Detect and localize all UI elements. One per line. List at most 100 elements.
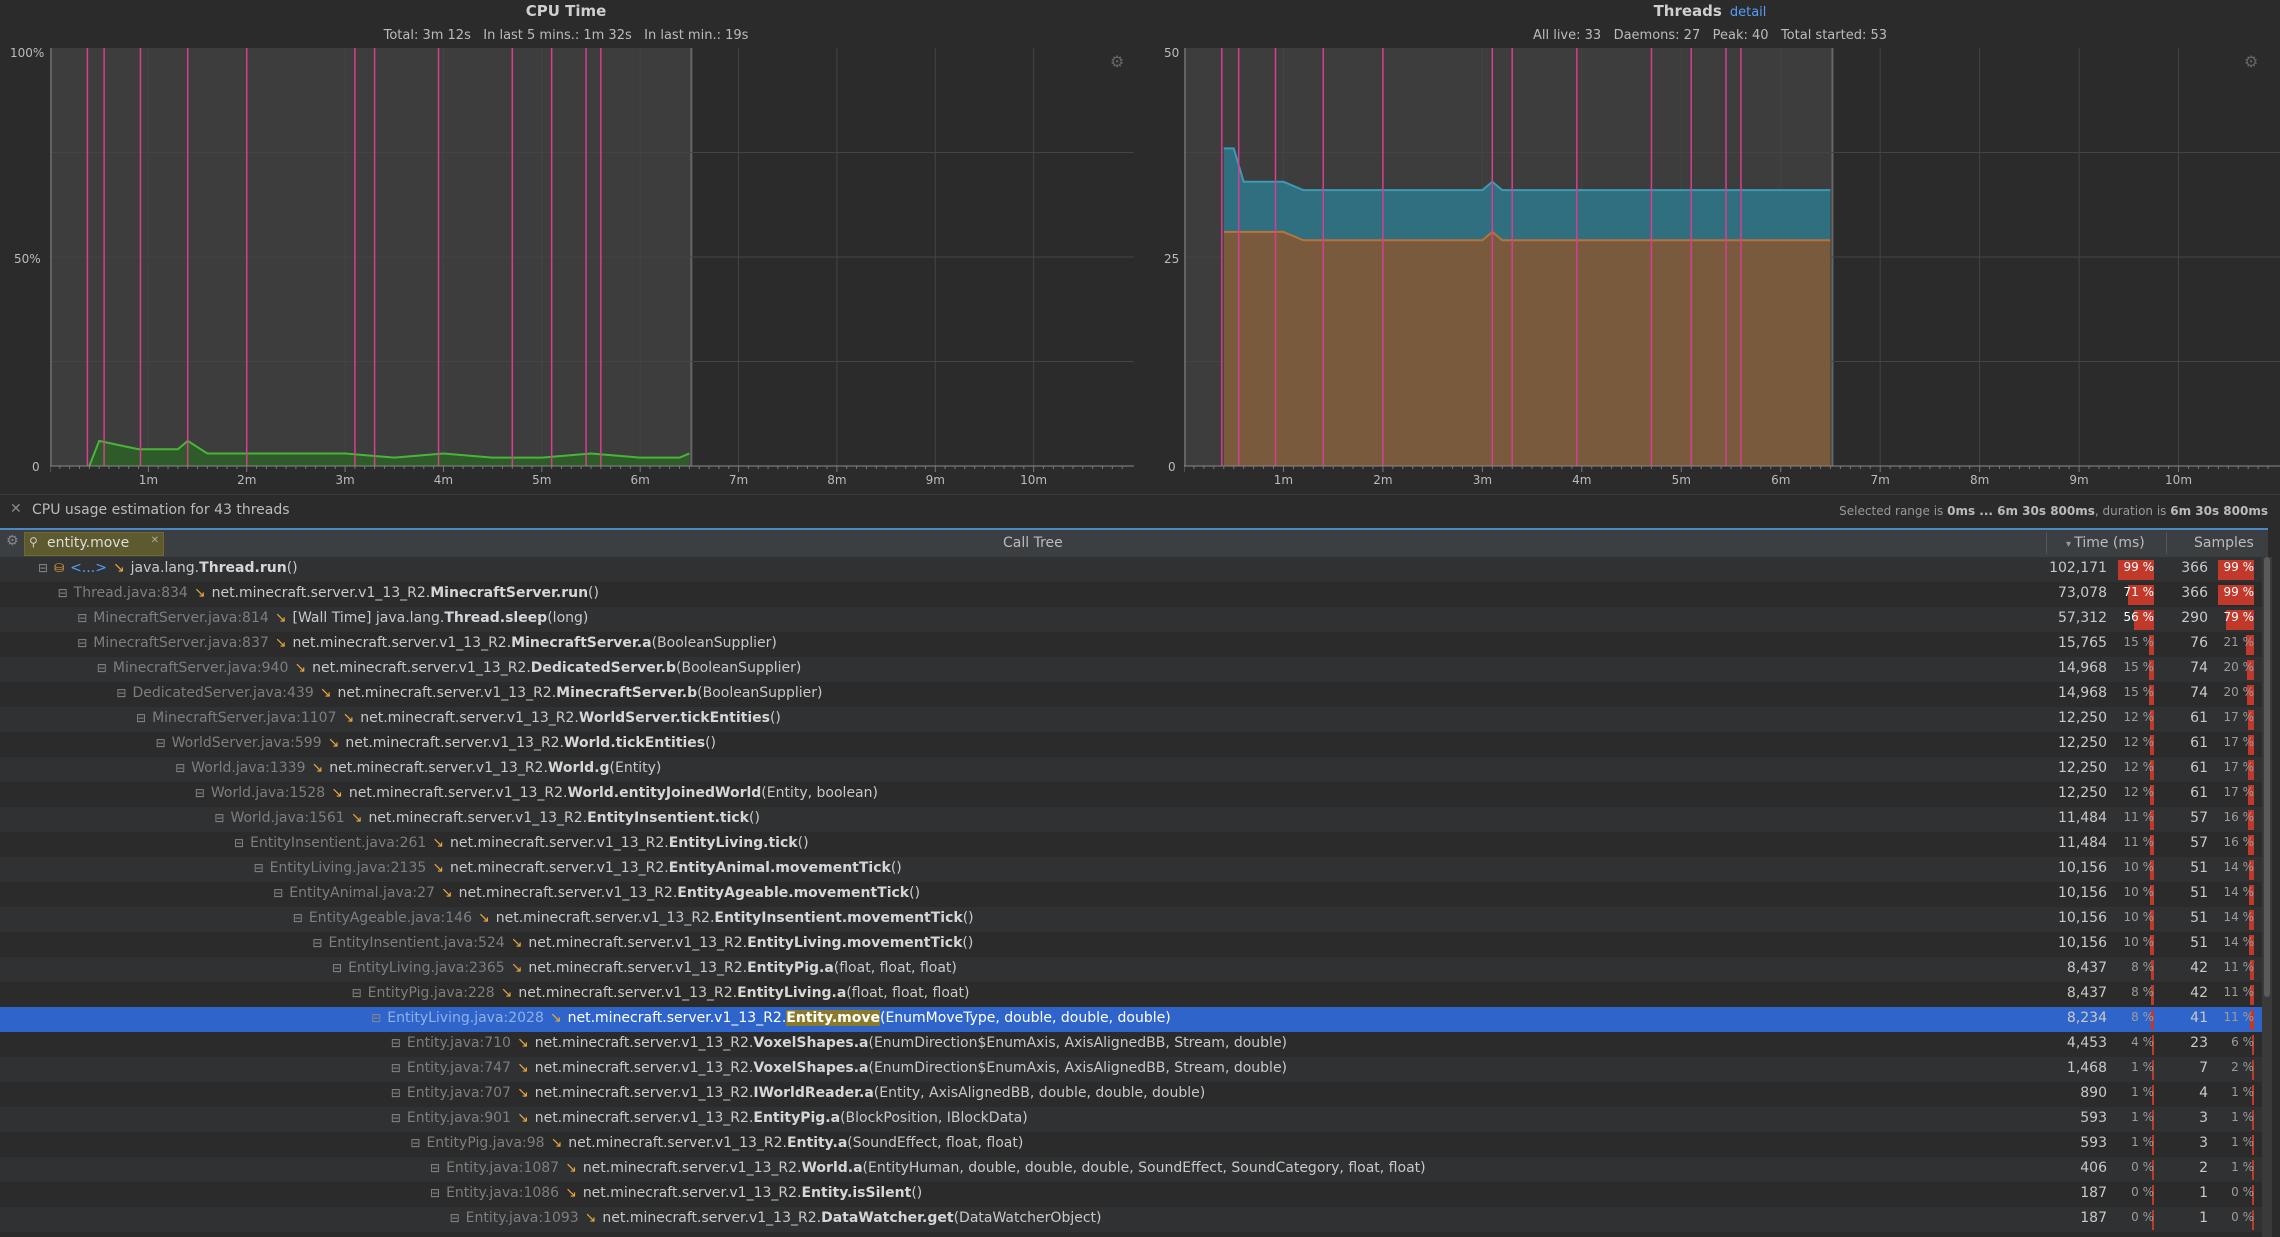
source-location: MinecraftServer.java:1107 xyxy=(152,710,337,726)
table-row[interactable]: ⊟ EntityPig.java:98 ↘ net.minecraft.server.… xyxy=(0,1132,2262,1157)
clear-search-icon[interactable]: ✕ xyxy=(151,535,159,546)
table-row[interactable]: ⊟ World.java:1339 ↘ net.minecraft.server.v1… xyxy=(0,757,2262,782)
table-row[interactable]: ⊟ Entity.java:1087 ↘ net.minecraft.server.v… xyxy=(0,1157,2262,1182)
table-row[interactable]: ⊟ MinecraftServer.java:940 ↘ net.minecraft.… xyxy=(0,657,2262,682)
cpu-chart-settings-icon[interactable]: ⚙ xyxy=(1110,52,1124,71)
call-arrow-icon: ↘ xyxy=(319,685,332,701)
table-row[interactable]: ⊟ MinecraftServer.java:1107 ↘ net.minecraft… xyxy=(0,707,2262,732)
search-input[interactable]: ⚲ entity.move ✕ xyxy=(24,532,164,556)
collapse-toggle-icon[interactable]: ⊟ xyxy=(293,911,303,925)
table-row[interactable]: ⊟ Entity.java:1086 ↘ net.minecraft.server.v… xyxy=(0,1182,2262,1207)
source-location: EntityLiving.java:2028 xyxy=(387,1010,544,1026)
table-row[interactable]: ⊟ EntityInsentient.java:524 ↘ net.minecraft… xyxy=(0,932,2262,957)
collapse-toggle-icon[interactable]: ⊟ xyxy=(175,761,185,775)
threads-chart[interactable]: 1m 2m 3m 4m 5m 6m 7m 8m 9m 10m xyxy=(1184,48,2280,490)
collapse-toggle-icon[interactable]: ⊟ xyxy=(430,1161,440,1175)
samples-cell: 61 xyxy=(2190,735,2208,751)
column-divider xyxy=(2046,532,2047,554)
collapse-toggle-icon[interactable]: ⊟ xyxy=(391,1111,401,1125)
threads-title-text: Threads xyxy=(1653,2,1722,20)
collapse-toggle-icon[interactable]: ⊟ xyxy=(77,636,87,650)
collapse-toggle-icon[interactable]: ⊟ xyxy=(234,836,244,850)
collapse-toggle-icon[interactable]: ⊟ xyxy=(391,1036,401,1050)
collapse-toggle-icon[interactable]: ⊟ xyxy=(38,561,48,575)
collapse-toggle-icon[interactable]: ⊟ xyxy=(156,736,166,750)
samples-percent-text: 17 % xyxy=(2223,785,2255,799)
time-percent-text: 1 % xyxy=(2131,1060,2154,1074)
collapse-toggle-icon[interactable]: ⊟ xyxy=(391,1061,401,1075)
cpu-time-chart[interactable]: 1m 2m 3m 4m 5m 6m 7m 8m 9m 10m xyxy=(50,48,1134,490)
threads-x-tick-label: 6m xyxy=(1771,473,1790,487)
collapse-toggle-icon[interactable]: ⊟ xyxy=(312,936,322,950)
selected-range-value: 0ms ... 6m 30s 800ms xyxy=(1947,504,2095,518)
call-tree-column-header[interactable]: Call Tree xyxy=(1003,535,1063,551)
time-column-header[interactable]: ▾ Time (ms) xyxy=(2066,535,2145,551)
collapse-toggle-icon[interactable]: ⊟ xyxy=(116,686,126,700)
table-row[interactable]: ⊟ Entity.java:1093 ↘ net.minecraft.server.v… xyxy=(0,1207,2262,1232)
call-arrow-icon: ↘ xyxy=(432,835,445,851)
samples-column-header[interactable]: Samples xyxy=(2194,535,2254,551)
samples-percent-text: 21 % xyxy=(2223,635,2255,649)
table-row[interactable]: ⊟ Thread.java:834 ↘ net.minecraft.server.v1… xyxy=(0,582,2262,607)
collapse-toggle-icon[interactable]: ⊟ xyxy=(273,886,283,900)
cpu-chart-title: CPU Time xyxy=(525,2,607,20)
collapse-toggle-icon[interactable]: ⊟ xyxy=(214,811,224,825)
time-percent-text: 12 % xyxy=(2123,735,2155,749)
collapse-toggle-icon[interactable]: ⊟ xyxy=(136,711,146,725)
settings-gear-icon[interactable]: ⚙ xyxy=(6,533,19,549)
table-row[interactable]: ⊟ EntityInsentient.java:261 ↘ net.minecraft… xyxy=(0,832,2262,857)
table-row[interactable]: ⊟ Entity.java:747 ↘ net.minecraft.server.v1… xyxy=(0,1057,2262,1082)
method-name: World.g xyxy=(547,760,610,776)
collapse-toggle-icon[interactable]: ⊟ xyxy=(332,961,342,975)
table-row[interactable]: ⊟ MinecraftServer.java:814 ↘ [Wall Time] ja… xyxy=(0,607,2262,632)
table-row[interactable]: ⊟ Entity.java:707 ↘ net.minecraft.server.v1… xyxy=(0,1082,2262,1107)
table-row[interactable]: ⊟ World.java:1561 ↘ net.minecraft.server.v1… xyxy=(0,807,2262,832)
collapse-toggle-icon[interactable]: ⊟ xyxy=(254,861,264,875)
threads-chart-settings-icon[interactable]: ⚙ xyxy=(2244,52,2258,71)
method-name: World.a xyxy=(801,1160,863,1176)
collapse-toggle-icon[interactable]: ⊟ xyxy=(97,661,107,675)
samples-cell: 42 xyxy=(2190,960,2208,976)
table-row[interactable]: ⊟ MinecraftServer.java:837 ↘ net.minecraft.… xyxy=(0,632,2262,657)
time-percent-cell: 12 % xyxy=(2118,785,2154,805)
call-tree[interactable]: ⊟ ⛁ <...> ↘ java.lang.Thread.run() 102,171 99 … xyxy=(0,557,2262,1232)
table-row[interactable]: ⊟ EntityLiving.java:2135 ↘ net.minecraft.se… xyxy=(0,857,2262,882)
collapse-toggle-icon[interactable]: ⊟ xyxy=(450,1211,460,1225)
table-row[interactable]: ⊟ Entity.java:710 ↘ net.minecraft.server.v1… xyxy=(0,1032,2262,1057)
method-name: MinecraftServer.a xyxy=(511,635,652,651)
package-name: net.minecraft.server.v1_13_R2. xyxy=(292,635,512,651)
tree-node-label: ⊟ Entity.java:1086 ↘ net.minecraft.server.v… xyxy=(430,1185,922,1201)
collapse-toggle-icon[interactable]: ⊟ xyxy=(352,986,362,1000)
threads-detail-link[interactable]: detail xyxy=(1730,5,1767,20)
table-row[interactable]: ⊟ WorldServer.java:599 ↘ net.minecraft.serv… xyxy=(0,732,2262,757)
table-row-selected[interactable]: ⊟ EntityLiving.java:2028 ↘ net.minecraft.se… xyxy=(0,1007,2262,1032)
collapse-toggle-icon[interactable]: ⊟ xyxy=(58,586,68,600)
time-percent-text: 15 % xyxy=(2123,685,2155,699)
call-arrow-icon: ↘ xyxy=(294,660,307,676)
method-args: (EnumDirection$EnumAxis, AxisAlignedBB, … xyxy=(868,1060,1288,1076)
table-row[interactable]: ⊟ EntityAgeable.java:146 ↘ net.minecraft.se… xyxy=(0,907,2262,932)
scrollbar-thumb[interactable] xyxy=(2264,557,2270,997)
table-row[interactable]: ⊟ ⛁ <...> ↘ java.lang.Thread.run() 102,171 99 … xyxy=(0,557,2262,582)
collapse-toggle-icon[interactable]: ⊟ xyxy=(371,1011,381,1025)
collapse-toggle-icon[interactable]: ⊟ xyxy=(77,611,87,625)
close-icon[interactable]: ✕ xyxy=(10,501,22,517)
package-name: net.minecraft.server.v1_13_R2. xyxy=(458,885,678,901)
table-row[interactable]: ⊟ EntityAnimal.java:27 ↘ net.minecraft.serv… xyxy=(0,882,2262,907)
table-row[interactable]: ⊟ EntityPig.java:228 ↘ net.minecraft.server… xyxy=(0,982,2262,1007)
tree-node-label: ⊟ EntityLiving.java:2028 ↘ net.minecraft.se… xyxy=(371,1010,1171,1026)
package-name: net.minecraft.server.v1_13_R2. xyxy=(582,1160,802,1176)
collapse-toggle-icon[interactable]: ⊟ xyxy=(410,1136,420,1150)
samples-cell: 51 xyxy=(2190,860,2208,876)
thread-icon: ⛁ xyxy=(54,561,65,575)
collapse-toggle-icon[interactable]: ⊟ xyxy=(430,1186,440,1200)
collapse-toggle-icon[interactable]: ⊟ xyxy=(195,786,205,800)
table-row[interactable]: ⊟ DedicatedServer.java:439 ↘ net.minecraft.… xyxy=(0,682,2262,707)
table-row[interactable]: ⊟ World.java:1528 ↘ net.minecraft.server.v1… xyxy=(0,782,2262,807)
cpu-y-tick-0: 0 xyxy=(32,460,40,474)
collapse-toggle-icon[interactable]: ⊟ xyxy=(391,1086,401,1100)
threads-x-tick-label: 3m xyxy=(1473,473,1492,487)
table-row[interactable]: ⊟ Entity.java:901 ↘ net.minecraft.server.v1… xyxy=(0,1107,2262,1132)
vertical-scrollbar[interactable] xyxy=(2262,557,2272,1237)
table-row[interactable]: ⊟ EntityLiving.java:2365 ↘ net.minecraft.se… xyxy=(0,957,2262,982)
